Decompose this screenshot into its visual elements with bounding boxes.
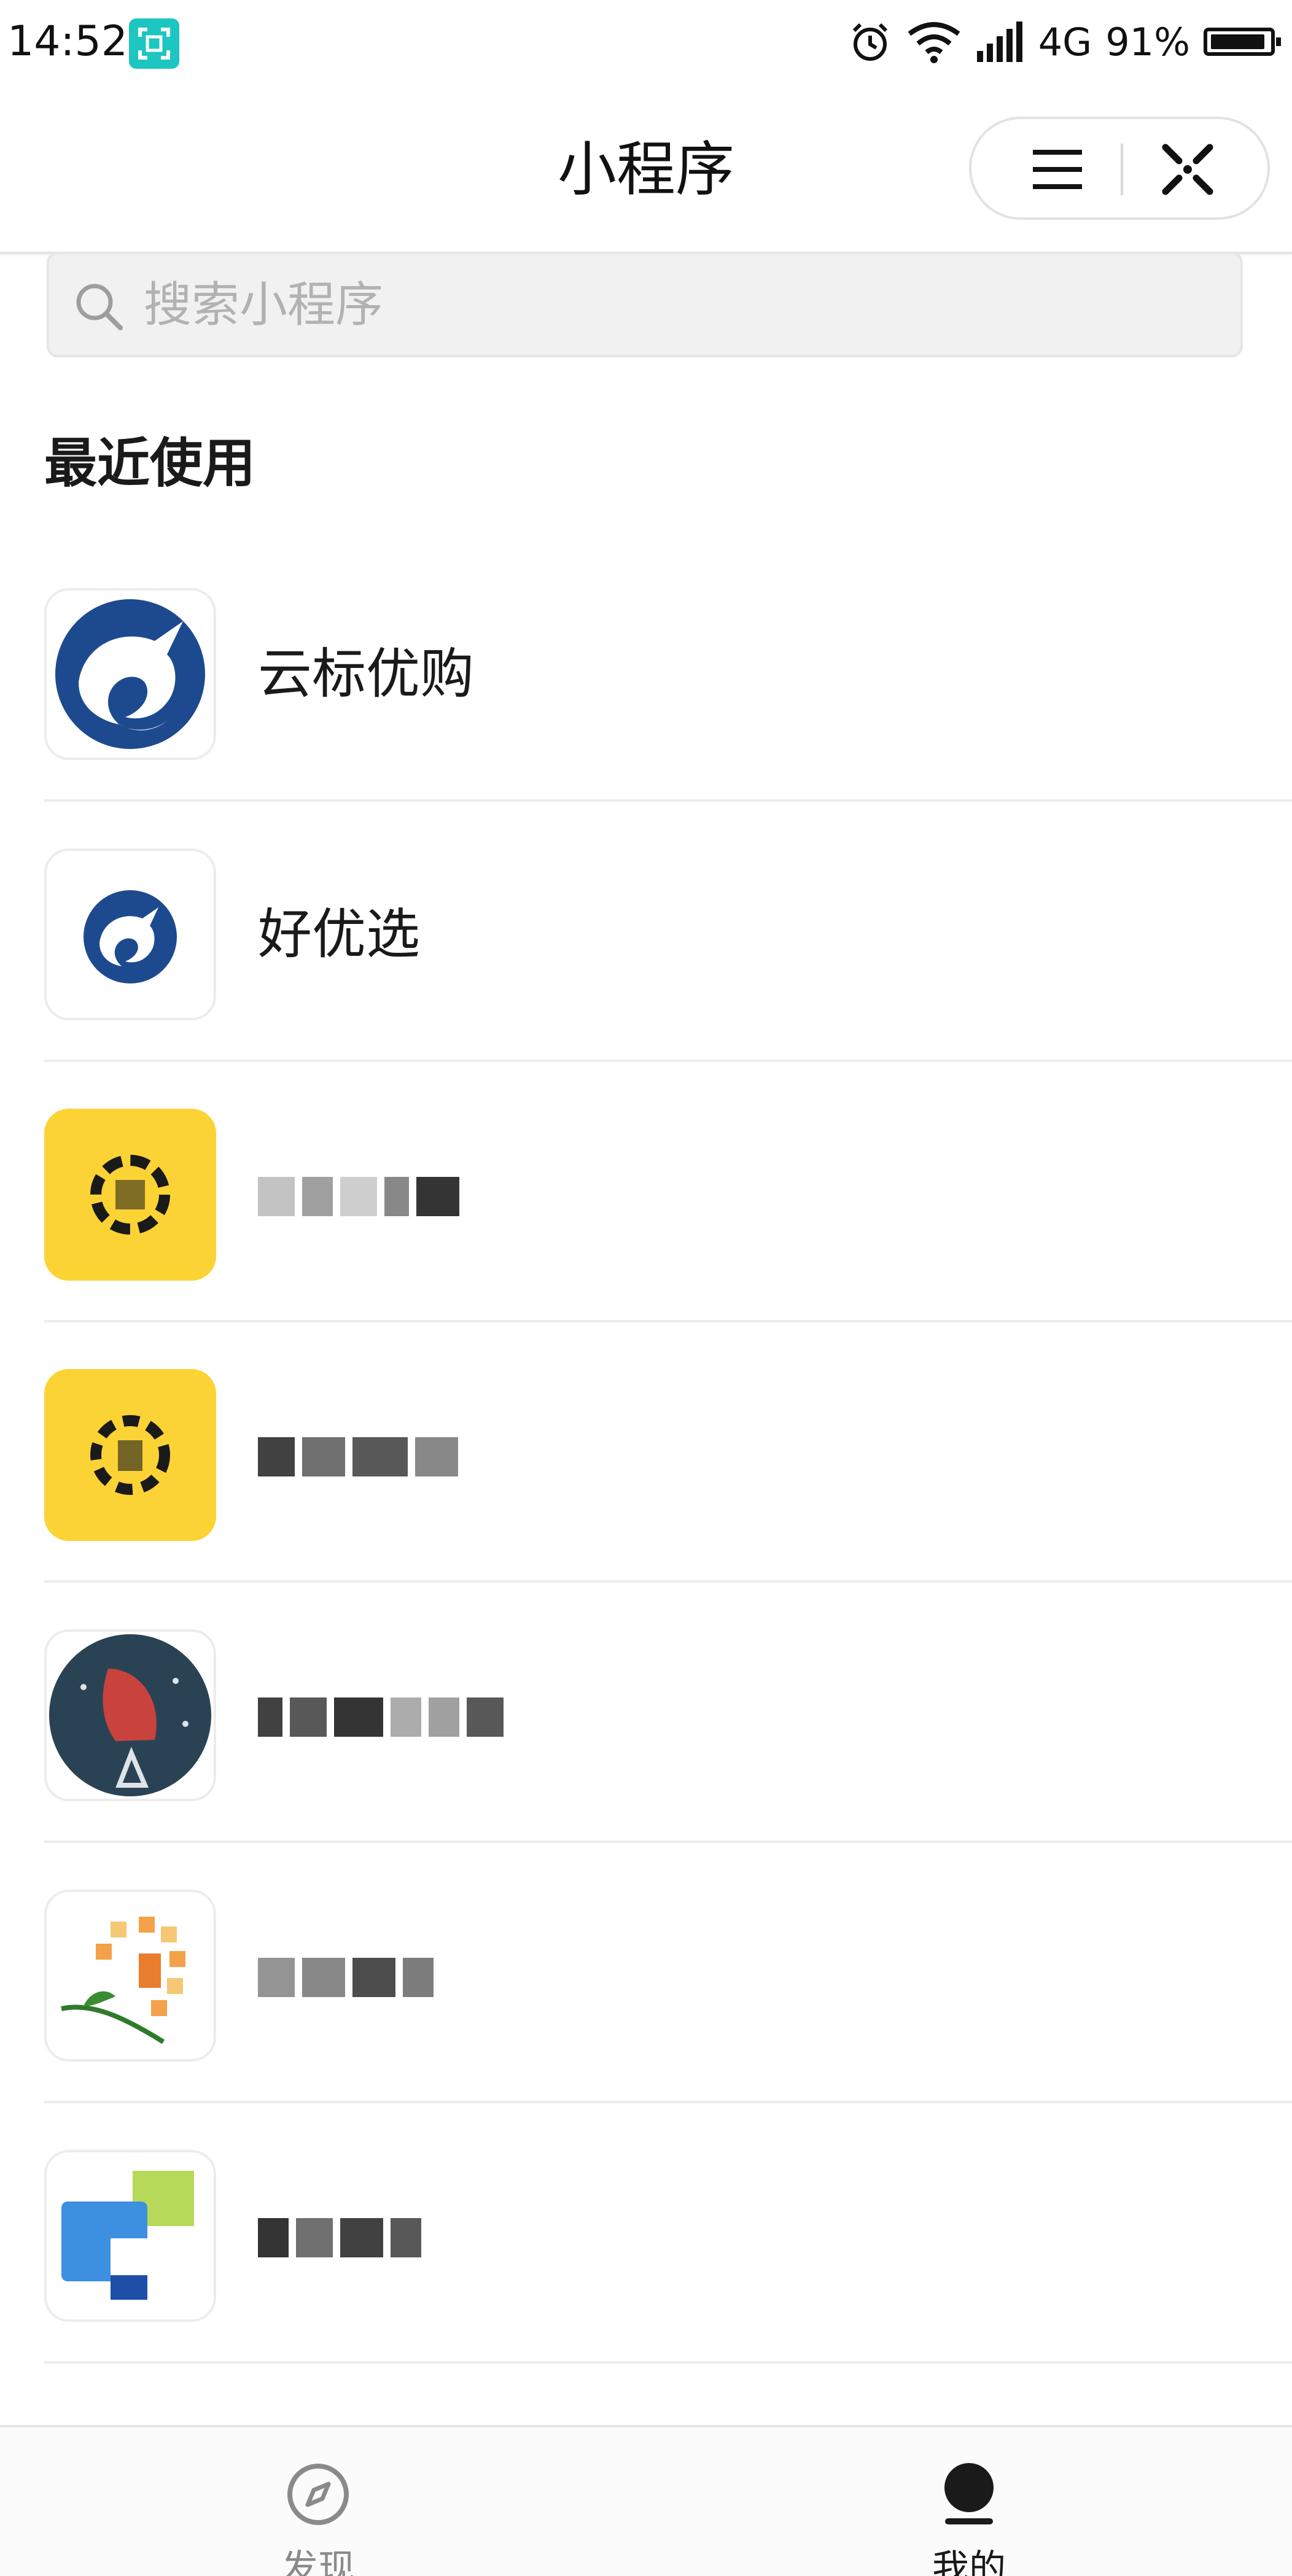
status-time: 14:52 [7,17,128,66]
tab-label: 我的 [932,2547,1006,2576]
list-divider [44,1060,1292,1062]
list-divider [44,1580,1292,1583]
close-icon [1162,144,1213,195]
profile-icon [944,2463,994,2524]
app-name: 好优选 [258,902,421,966]
yellow-logo-icon [44,1369,216,1541]
yellow-logo-icon [44,1109,216,1281]
list-item[interactable] [0,2136,1292,2397]
unicorn-logo-icon [44,848,216,1020]
unicorn-logo-icon [44,588,216,760]
status-bar: 14:52 4G 91% [0,0,1292,83]
blue-green-logo-icon [44,2150,216,2322]
list-item[interactable] [0,1356,1292,1616]
red-flower-logo-icon [44,1629,216,1801]
redacted-app-name [258,1434,458,1480]
scan-app-icon [129,18,179,69]
tab-discover[interactable]: 发现 [195,2427,441,2576]
nav-header: 小程序 [0,83,1292,254]
redacted-app-name [258,1955,434,2000]
tab-label: 发现 [281,2547,355,2576]
list-divider [44,1841,1292,1843]
list-divider [44,2361,1292,2364]
menu-button[interactable] [1008,142,1107,196]
battery-percent: 91% [1105,19,1190,64]
redacted-app-name [258,1174,459,1219]
list-item[interactable] [0,1095,1292,1356]
status-indicators: 4G 91% [848,14,1281,70]
compass-icon [287,2464,349,2525]
recent-app-list: 云标优购 好优选 [0,575,1292,2397]
close-button[interactable] [1138,142,1237,196]
wifi-icon [908,22,960,63]
capsule-menu [969,117,1270,220]
menu-icon [1033,150,1082,189]
tab-mine[interactable]: 我的 [846,2427,1092,2576]
redacted-app-name [258,2215,421,2260]
alarm-icon [852,23,887,61]
network-type: 4G [1038,19,1092,64]
list-item[interactable]: 好优选 [0,835,1292,1095]
section-title-recent: 最近使用 [44,433,255,494]
signal-icon [976,21,1022,62]
sunflower-logo-icon [44,1890,216,2062]
list-divider [44,799,1292,802]
list-item[interactable]: 云标优购 [0,575,1292,835]
list-item[interactable] [0,1616,1292,1876]
list-divider [44,1320,1292,1322]
battery-icon [1204,28,1281,56]
bottom-tab-bar: 发现 我的 [0,2425,1292,2576]
list-divider [44,2101,1292,2103]
search-bar[interactable] [47,252,1243,357]
capsule-divider [1121,144,1123,195]
search-icon [76,284,123,330]
list-item[interactable] [0,1876,1292,2136]
search-input[interactable] [142,254,1189,356]
app-name: 云标优购 [258,642,475,705]
redacted-app-name [258,1694,504,1740]
